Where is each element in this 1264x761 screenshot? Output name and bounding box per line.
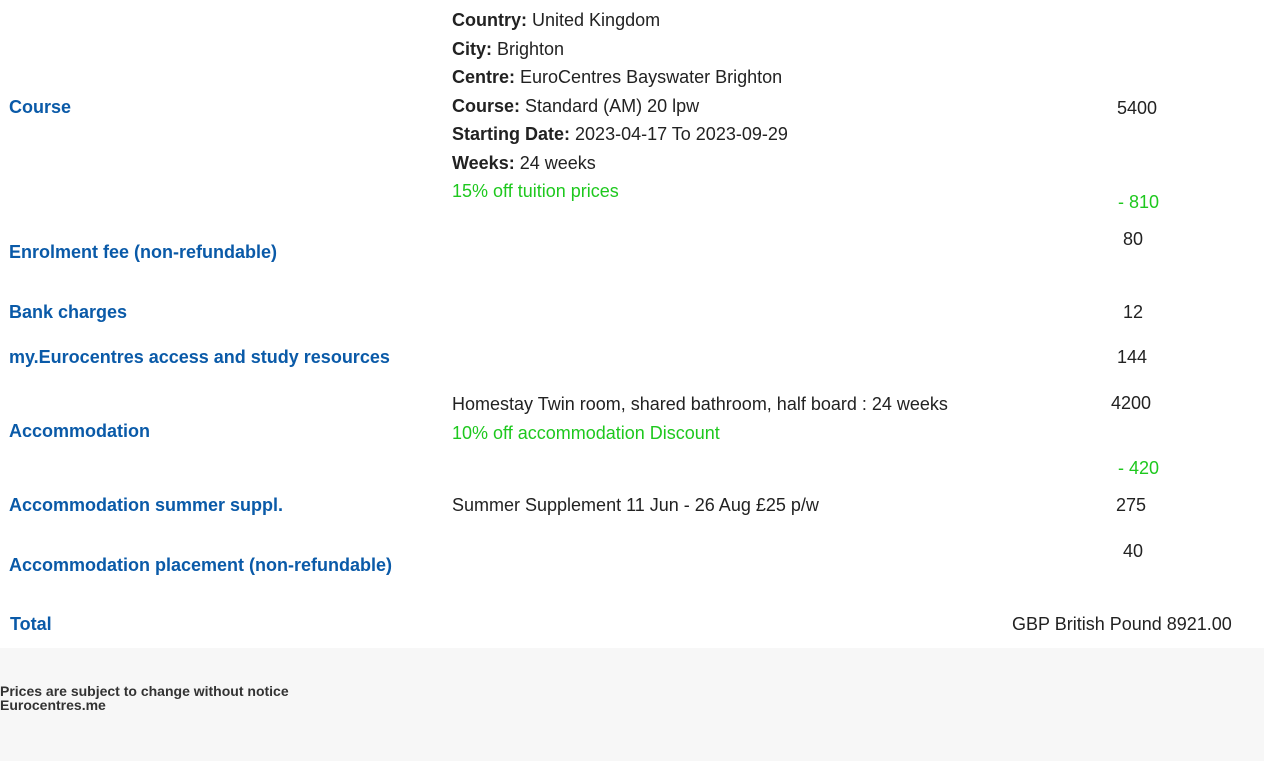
- site-name: Eurocentres.me: [0, 697, 106, 713]
- total-value: GBP British Pound 8921.00: [1012, 614, 1232, 634]
- starting-date-line: Starting Date: 2023-04-17 To 2023-09-29: [452, 120, 962, 149]
- weeks-key: Weeks:: [452, 152, 515, 173]
- centre-value: EuroCentres Bayswater Brighton: [520, 67, 783, 87]
- tuition-discount-text: 15% off tuition prices: [452, 181, 619, 201]
- city-value: Brighton: [497, 38, 565, 59]
- accommodation-discount-text: 10% off accommodation Discount: [452, 422, 720, 443]
- accommodation-discount-amount: - 420: [1118, 458, 1160, 478]
- summer-supplement-detail: Summer Supplement 11 Jun - 26 Aug £25 p/…: [452, 495, 819, 515]
- study-resources-label: my.Eurocentres access and study resource…: [9, 347, 390, 367]
- course-label: Course: [9, 97, 72, 117]
- centre-line: Centre: EuroCentres Bayswater Brighton: [452, 63, 962, 92]
- enrolment-fee-amount: 80: [1123, 229, 1144, 249]
- course-discount-amount: - 810: [1118, 192, 1160, 212]
- course-line: Course: Standard (AM) 20 lpw: [452, 92, 962, 121]
- city-line: City: Brighton: [452, 35, 962, 64]
- starting-date-key: Starting Date:: [452, 124, 571, 144]
- bank-charges-amount: 12: [1123, 302, 1144, 322]
- centre-key: Centre:: [452, 67, 516, 87]
- country-key: Country:: [452, 10, 527, 30]
- accommodation-description: Homestay Twin room, shared bathroom, hal…: [452, 394, 948, 414]
- weeks-value: 24 weeks: [519, 152, 596, 173]
- starting-date-value: 2023-04-17 To 2023-09-29: [575, 124, 788, 144]
- accommodation-label: Accommodation: [9, 421, 151, 441]
- price-notice: Prices are subject to change without not…: [0, 683, 289, 699]
- accommodation-details: Homestay Twin room, shared bathroom, hal…: [452, 390, 952, 447]
- course-amount: 5400: [1117, 98, 1158, 118]
- total-label: Total: [10, 614, 52, 634]
- course-value: Standard (AM) 20 lpw: [525, 95, 700, 116]
- quote-table: Course Country: United Kingdom City: Bri…: [0, 0, 1264, 648]
- footer: Prices are subject to change without not…: [0, 648, 1264, 761]
- country-line: Country: United Kingdom: [452, 6, 962, 35]
- weeks-line: Weeks: 24 weeks: [452, 149, 962, 178]
- placement-amount: 40: [1123, 541, 1144, 561]
- bank-charges-label: Bank charges: [9, 302, 128, 322]
- study-resources-amount: 144: [1117, 347, 1148, 367]
- course-key: Course:: [452, 95, 521, 116]
- city-key: City:: [452, 38, 492, 59]
- enrolment-fee-label: Enrolment fee (non-refundable): [9, 242, 278, 262]
- course-details: Country: United Kingdom City: Brighton C…: [452, 6, 962, 206]
- summer-supplement-label: Accommodation summer suppl.: [9, 495, 284, 515]
- country-value: United Kingdom: [532, 10, 661, 30]
- summer-supplement-amount: 275: [1116, 495, 1147, 515]
- accommodation-amount: 4200: [1111, 393, 1152, 413]
- placement-label: Accommodation placement (non-refundable): [9, 555, 393, 575]
